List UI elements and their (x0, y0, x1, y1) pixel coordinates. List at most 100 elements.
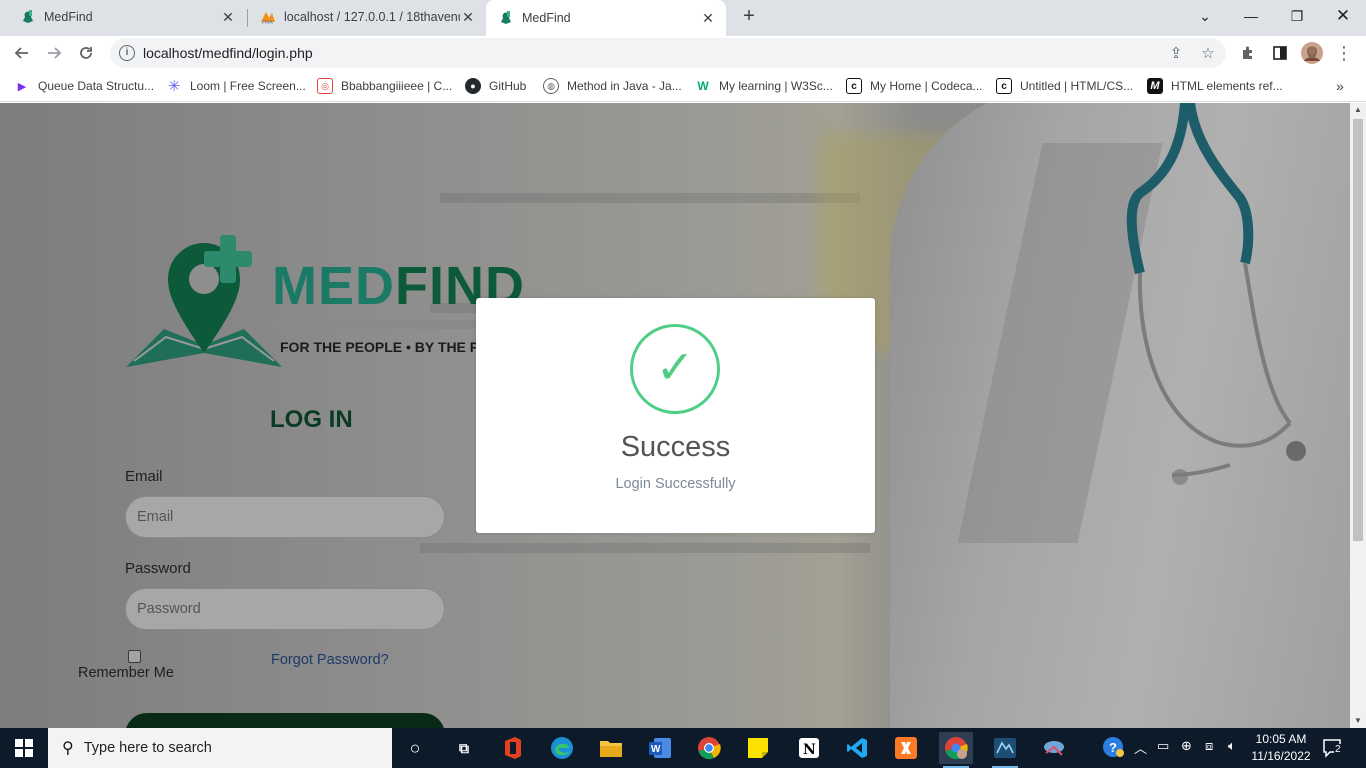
back-button[interactable] (9, 40, 35, 66)
tab-title: MedFind (44, 10, 93, 24)
bookmark-loom[interactable]: ✳ Loom | Free Screen... (166, 76, 306, 96)
bookmark-queue[interactable]: ▶ Queue Data Structu... (14, 76, 154, 96)
w3schools-icon: W (697, 79, 709, 93)
minimize-button[interactable]: — (1228, 0, 1274, 32)
chrome-profile-icon[interactable] (939, 732, 973, 768)
url-text[interactable]: localhost/medfind/login.php (143, 45, 313, 61)
phpmyadmin-favicon-icon: PMA (261, 12, 275, 25)
file-explorer-icon[interactable] (594, 732, 628, 764)
clock-time: 10:05 AM (1255, 732, 1307, 746)
chrome-menu-icon[interactable]: ⋮ (1332, 41, 1356, 65)
scroll-up-arrow-icon[interactable]: ▲ (1350, 103, 1366, 117)
xampp-icon[interactable] (889, 732, 923, 764)
app-bird-icon[interactable] (1037, 732, 1071, 764)
word-icon[interactable]: W (643, 732, 677, 764)
start-button[interactable] (0, 728, 48, 768)
reload-button[interactable] (73, 40, 99, 66)
taskbar-clock[interactable]: 10:05 AM 11/16/2022 (1245, 731, 1317, 765)
bookmark-java-method[interactable]: ◍ Method in Java - Ja... (543, 76, 682, 96)
bookmark-label: Untitled | HTML/CS... (1020, 79, 1134, 93)
site-info-icon[interactable]: i (119, 45, 135, 61)
tab-medfind-active[interactable]: MedFind ✕ (486, 0, 726, 36)
tab-title: MedFind (522, 11, 571, 25)
bookmarks-bar: ▶ Queue Data Structu... ✳ Loom | Free Sc… (0, 70, 1366, 102)
bookmark-star-icon[interactable]: ☆ (1196, 41, 1220, 65)
close-tab-icon[interactable]: ✕ (220, 9, 236, 25)
modal-message: Login Successfully (615, 476, 736, 492)
bookmark-label: Queue Data Structu... (38, 79, 155, 93)
bookmark-label: Loom | Free Screen... (190, 79, 306, 93)
restore-button[interactable]: ❐ (1274, 0, 1320, 32)
browser-tab-strip: MedFind ✕ PMA localhost / 127.0.0.1 / 18… (0, 0, 1366, 36)
bookmark-codecademy[interactable]: c My Home | Codeca... (846, 76, 983, 96)
svg-text:W: W (651, 744, 661, 755)
codecademy-icon: c (846, 78, 862, 94)
bookmark-html-elements[interactable]: M HTML elements ref... (1147, 76, 1283, 96)
share-icon[interactable]: ⇪ (1164, 41, 1188, 65)
address-bar[interactable]: i localhost/medfind/login.php ⇪ ☆ (110, 38, 1226, 68)
show-hidden-icons-chevron-icon[interactable]: ︿ (1134, 738, 1147, 757)
close-tab-icon[interactable]: ✕ (700, 10, 716, 26)
bookmark-github[interactable]: ● GitHub (465, 76, 526, 96)
extensions-puzzle-icon[interactable] (1236, 41, 1260, 65)
close-tab-icon[interactable]: ✕ (460, 9, 476, 25)
bookmark-label: GitHub (489, 79, 527, 93)
action-center-icon[interactable]: 2 (1322, 738, 1344, 758)
success-modal: ✓ Success Login Successfully (476, 298, 875, 533)
notion-icon[interactable]: N (792, 732, 826, 764)
notification-count-badge: 2 (1334, 744, 1342, 755)
browser-toolbar: i localhost/medfind/login.php ⇪ ☆ ⋮ (0, 36, 1366, 70)
battery-icon[interactable]: ▭ (1157, 738, 1169, 754)
panel-icon (1273, 46, 1287, 60)
svg-text:N: N (803, 742, 816, 758)
page-viewport: MEDFIND FOR THE PEOPLE • BY THE PE LOG I… (0, 103, 1350, 728)
scroll-down-arrow-icon[interactable]: ▼ (1350, 714, 1366, 728)
search-placeholder: Type here to search (83, 740, 212, 756)
bookmark-bbabbang[interactable]: ◎ Bbabbangiiieee | C... (317, 76, 452, 96)
bookmark-label: Bbabbangiiieee | C... (341, 79, 453, 93)
checkmark-icon: ✓ (655, 341, 695, 393)
bookmark-untitled[interactable]: c Untitled | HTML/CS... (996, 76, 1133, 96)
windows-taskbar: ⚲ Type here to search ○ ⧉ W N ? ︿ ▭ ⊕ ⧈ … (0, 728, 1366, 768)
close-window-button[interactable]: ✕ (1320, 0, 1366, 32)
help-icon[interactable]: ? (1102, 736, 1124, 761)
new-tab-button[interactable]: + (738, 6, 760, 28)
loom-icon: ✳ (167, 78, 181, 95)
office-icon[interactable] (496, 732, 530, 764)
chrome-icon[interactable] (692, 732, 726, 764)
scrollbar-thumb[interactable] (1353, 119, 1363, 541)
network-globe-icon[interactable]: ⊕ (1181, 738, 1192, 754)
taskbar-search-box[interactable]: ⚲ Type here to search (48, 728, 392, 768)
svg-text:?: ? (1109, 740, 1117, 755)
tab-title: localhost / 127.0.0.1 / 18thavenue (284, 10, 460, 24)
github-icon: ● (465, 78, 481, 94)
tab-search-chevron-icon[interactable]: ⌄ (1182, 0, 1228, 32)
profile-avatar[interactable] (1300, 41, 1324, 65)
bookmark-w3schools[interactable]: W My learning | W3Sc... (695, 76, 833, 96)
medfind-favicon-icon (23, 10, 33, 23)
meet-now-icon[interactable]: ⧈ (1205, 738, 1213, 754)
avatar-icon (1301, 42, 1323, 64)
task-view-icon[interactable]: ⧉ (447, 732, 481, 764)
forward-button[interactable] (41, 40, 67, 66)
edge-icon[interactable] (545, 732, 579, 764)
tab-phpmyadmin[interactable]: PMA localhost / 127.0.0.1 / 18thavenue ✕ (240, 0, 486, 34)
tab-medfind-1[interactable]: MedFind ✕ (0, 0, 246, 34)
more-bookmarks-chevron-icon[interactable]: » (1336, 76, 1344, 96)
volume-icon[interactable]: 🔈︎ (1228, 738, 1236, 754)
mdn-icon: M (1147, 78, 1163, 94)
back-arrow-icon (14, 47, 28, 59)
bookmark-label: My Home | Codeca... (870, 79, 983, 93)
bookmark-label: HTML elements ref... (1171, 79, 1283, 93)
modal-title: Success (620, 431, 731, 463)
bookmark-label: Method in Java - Ja... (567, 79, 682, 93)
windows-logo-icon (15, 739, 33, 757)
sticky-notes-icon[interactable] (741, 732, 775, 764)
success-icon: ✓ (630, 324, 720, 414)
mysql-workbench-icon[interactable] (988, 732, 1022, 768)
page-scrollbar[interactable]: ▲ ▼ (1350, 103, 1366, 728)
side-panel-icon[interactable] (1268, 41, 1292, 65)
vscode-icon[interactable] (840, 732, 874, 764)
puzzle-icon (1243, 46, 1252, 59)
cortana-icon[interactable]: ○ (398, 732, 432, 764)
